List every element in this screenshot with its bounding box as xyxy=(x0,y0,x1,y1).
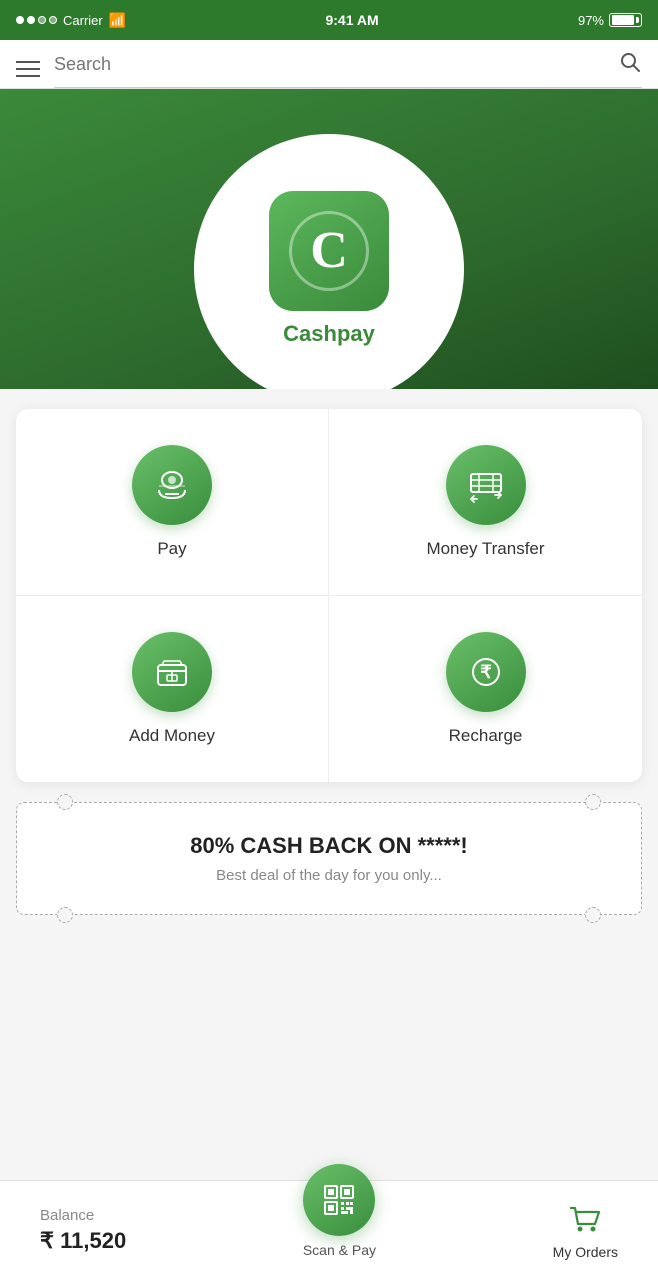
search-icon xyxy=(618,50,642,74)
money-transfer-icon xyxy=(465,464,507,506)
svg-text:₹: ₹ xyxy=(480,662,492,682)
status-right: 97% xyxy=(578,13,642,28)
hamburger-line-3 xyxy=(16,75,40,77)
signal-dot-4 xyxy=(49,16,57,24)
pay-icon-circle xyxy=(132,445,212,525)
hero-section: C Cashpay xyxy=(0,89,658,389)
bottom-bar: Balance ₹ 11,520 Scan & Pay xyxy=(0,1180,658,1280)
battery-tip xyxy=(636,17,639,23)
logo-letter: C xyxy=(310,225,348,277)
hamburger-line-1 xyxy=(16,61,40,63)
signal-dot-1 xyxy=(16,16,24,24)
recharge-action[interactable]: ₹ Recharge xyxy=(329,596,642,782)
status-bar: Carrier 📶 9:41 AM 97% xyxy=(0,0,658,40)
add-money-icon xyxy=(151,651,193,693)
signal-dot-3 xyxy=(38,16,46,24)
hero-circle: C Cashpay xyxy=(194,134,464,389)
qr-icon xyxy=(321,1182,357,1218)
add-money-icon-circle xyxy=(132,632,212,712)
recharge-icon: ₹ xyxy=(465,651,507,693)
balance-label: Balance xyxy=(40,1207,126,1224)
carrier-label: Carrier xyxy=(63,13,103,28)
pay-label: Pay xyxy=(157,539,186,559)
my-orders-label: My Orders xyxy=(553,1244,618,1260)
recharge-label: Recharge xyxy=(449,726,523,746)
add-money-action[interactable]: Add Money xyxy=(16,596,329,782)
promo-notch-br xyxy=(585,907,601,923)
scan-circle xyxy=(303,1164,375,1236)
signal-dots xyxy=(16,16,57,24)
wifi-icon: 📶 xyxy=(109,12,126,29)
promo-notch-tr xyxy=(585,794,601,810)
header xyxy=(0,40,658,89)
app-name: Cashpay xyxy=(283,321,375,347)
promo-notch-bl xyxy=(57,907,73,923)
battery-percent: 97% xyxy=(578,13,604,28)
promo-subtitle: Best deal of the day for you only... xyxy=(37,867,621,884)
app-logo: C xyxy=(269,191,389,311)
search-input[interactable] xyxy=(54,54,608,75)
actions-grid: Pay Money Transfer xyxy=(16,409,642,782)
pay-icon xyxy=(151,464,193,506)
signal-dot-2 xyxy=(27,16,35,24)
actions-card: Pay Money Transfer xyxy=(16,409,642,782)
scan-pay-button[interactable]: Scan & Pay xyxy=(303,1164,376,1258)
battery-icon xyxy=(609,13,642,27)
promo-notch-tl xyxy=(57,794,73,810)
status-left: Carrier 📶 xyxy=(16,12,126,29)
pay-action[interactable]: Pay xyxy=(16,409,329,596)
recharge-icon-circle: ₹ xyxy=(446,632,526,712)
battery-fill xyxy=(612,15,634,25)
money-transfer-action[interactable]: Money Transfer xyxy=(329,409,642,596)
balance-amount: ₹ 11,520 xyxy=(40,1228,126,1254)
promo-title: 80% CASH BACK ON *****! xyxy=(37,833,621,859)
add-money-label: Add Money xyxy=(129,726,215,746)
balance-section: Balance ₹ 11,520 xyxy=(40,1207,126,1254)
search-button[interactable] xyxy=(618,50,642,79)
logo-inner: C xyxy=(289,211,369,291)
hamburger-line-2 xyxy=(16,68,40,70)
search-container xyxy=(54,50,642,88)
promo-banner: 80% CASH BACK ON *****! Best deal of the… xyxy=(16,802,642,915)
cart-icon xyxy=(567,1202,603,1238)
hamburger-menu[interactable] xyxy=(16,61,40,77)
scan-pay-label: Scan & Pay xyxy=(303,1242,376,1258)
money-transfer-icon-circle xyxy=(446,445,526,525)
money-transfer-label: Money Transfer xyxy=(426,539,544,559)
my-orders-button[interactable]: My Orders xyxy=(553,1202,618,1260)
status-time: 9:41 AM xyxy=(325,12,378,28)
